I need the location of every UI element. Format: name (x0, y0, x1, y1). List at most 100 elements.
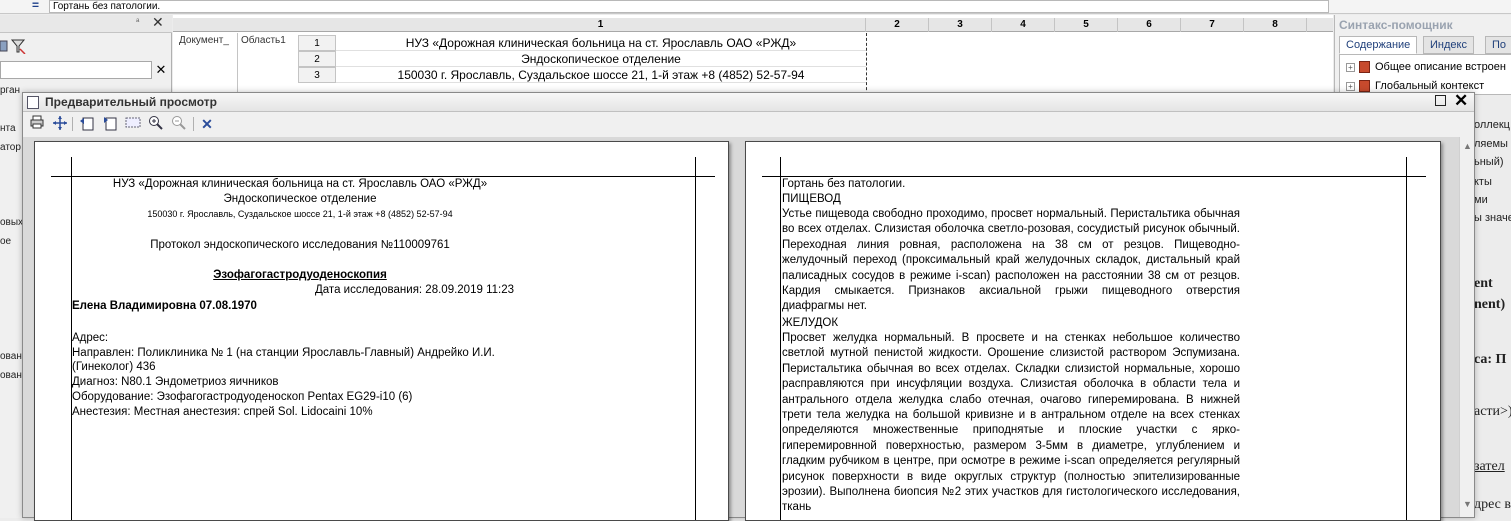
formula-equals-label: = (32, 0, 40, 12)
preview-toolbar: ✕ (23, 113, 1474, 135)
left-panel-close-button[interactable]: ✕ (152, 14, 164, 31)
background-text: ляемы (1474, 138, 1508, 150)
spreadsheet-document: 1 2 3 4 5 6 7 8 Документ_ Область1 1 НУЗ… (173, 15, 1333, 95)
column-header[interactable]: 5 (1055, 18, 1118, 32)
print-icon[interactable] (27, 115, 47, 133)
background-text: кты (1474, 176, 1492, 188)
window-title: Предварительный просмотр (45, 95, 217, 109)
column-header[interactable]: 7 (1181, 18, 1244, 32)
referral: Направлен: Поликлиника № 1 (на станции Я… (72, 347, 495, 359)
pin-icon[interactable]: ᵃ (136, 16, 139, 26)
formula-input[interactable]: Гортань без патологии. (49, 0, 1329, 13)
toolbar-separator (193, 117, 194, 131)
background-text: ми (1474, 194, 1488, 206)
protocol-title: Протокол эндоскопического исследования №… (150, 239, 450, 251)
group-header-area[interactable]: Область1 (241, 35, 286, 46)
column-header[interactable]: 2 (866, 18, 929, 32)
left-panel-item[interactable]: нта (0, 123, 16, 134)
zoom-in-icon[interactable] (146, 115, 166, 133)
esophagus-heading: ПИЩЕВОД (782, 193, 841, 205)
close-icon[interactable]: ✕ (197, 115, 217, 133)
hospital-name: НУЗ «Дорожная клиническая больница на ст… (112, 178, 488, 190)
page-grid-icon[interactable] (123, 115, 143, 133)
left-panel-header: ᵃ ✕ (0, 14, 172, 33)
toolbar-separator (72, 117, 73, 131)
expand-icon[interactable]: + (1346, 81, 1355, 91)
syntax-tree: + Общее описание встроен + Глобальный конт… (1339, 54, 1511, 95)
window-titlebar[interactable]: Предварительный просмотр ✕ (23, 91, 1474, 112)
page-margin-line (1406, 157, 1407, 520)
tab-contents[interactable]: Содержание (1339, 36, 1418, 54)
background-text: оллекц (1474, 119, 1510, 131)
background-text: дрес в (1474, 497, 1511, 512)
book-icon (1359, 61, 1370, 74)
esophagus-text: Устье пищевода свободно проходимо, просв… (782, 208, 1240, 313)
page-break-line (866, 33, 867, 95)
page-back-icon[interactable] (77, 115, 97, 133)
zoom-out-icon[interactable] (169, 115, 189, 133)
scroll-down-icon[interactable]: ▼ (1463, 499, 1472, 509)
stomach-text: Просвет желудка нормальный. В просвете и… (782, 332, 1240, 514)
background-text: зател (1474, 459, 1505, 474)
row-number[interactable]: 3 (298, 67, 336, 83)
tree-item[interactable]: + Общее описание встроен (1346, 61, 1506, 74)
group-divider (237, 33, 238, 95)
row-number[interactable]: 1 (298, 35, 336, 51)
preview-page-1: НУЗ «Дорожная клиническая больница на ст… (34, 141, 729, 521)
background-text: асти>) (1474, 404, 1511, 419)
column-header[interactable]: 1 (336, 18, 866, 32)
table-cell[interactable]: НУЗ «Дорожная клиническая больница на ст… (336, 35, 866, 51)
left-panel-item[interactable]: ован (0, 370, 22, 381)
larynx-text: Гортань без патологии. (782, 178, 906, 190)
left-panel-toolbar (0, 36, 172, 56)
left-panel-search-input[interactable] (0, 61, 152, 79)
expand-icon[interactable]: + (1346, 62, 1355, 72)
anesthesia: Анестезия: Местная анестезия: спрей Sol.… (72, 406, 373, 418)
left-panel-item[interactable]: ое (0, 236, 11, 247)
stomach-heading: ЖЕЛУДОК (782, 317, 839, 329)
exam-date: Дата исследования: 28.09.2019 11:23 (315, 284, 514, 296)
diagnosis: Диагноз: N80.1 Эндометриоз яичников (72, 376, 279, 388)
column-header[interactable]: 8 (1244, 18, 1307, 32)
row-number[interactable]: 2 (298, 51, 336, 67)
maximize-button[interactable] (1435, 95, 1446, 106)
background-text: ьный) (1474, 156, 1504, 168)
print-preview-window: Предварительный просмотр ✕ ✕ НУЗ «Дорожн… (22, 91, 1475, 521)
column-header-row: 1 2 3 4 5 6 7 8 (173, 18, 1333, 32)
referral-doctor: (Гинеколог) 436 (72, 361, 156, 373)
move-icon[interactable] (50, 115, 70, 133)
left-panel-item[interactable]: атор (0, 142, 21, 153)
left-panel-item[interactable]: рган (0, 85, 20, 96)
hospital-address: 150030 г. Ярославль, Суздальское шоссе 2… (147, 209, 453, 219)
background-text: nent) (1474, 297, 1506, 312)
group-header-document[interactable]: Документ_ (179, 35, 229, 46)
book-icon (1359, 80, 1370, 93)
tab-search[interactable]: По (1485, 36, 1511, 54)
column-header[interactable]: 6 (1118, 18, 1181, 32)
vertical-scrollbar[interactable]: ▲ ▼ (1459, 137, 1474, 517)
filter-icon[interactable] (0, 38, 34, 54)
background-text: ent (1474, 276, 1493, 291)
close-window-button[interactable]: ✕ (1454, 91, 1468, 111)
preview-page-2: Гортань без патологии. ПИЩЕВОД Устье пищ… (745, 141, 1441, 521)
document-icon (27, 96, 39, 109)
procedure-name: Эзофагогастродуоденоскопия (213, 269, 387, 281)
clear-search-button[interactable]: ✕ (153, 61, 169, 79)
left-panel-item[interactable]: ован (0, 351, 22, 362)
scroll-up-icon[interactable]: ▲ (1463, 141, 1472, 151)
syntax-helper-title: Синтакс-помощник (1339, 18, 1453, 32)
syntax-helper-panel: Синтакс-помощник Содержание Индекс По + О… (1334, 15, 1511, 95)
table-cell[interactable]: 150030 г. Ярославль, Суздальское шоссе 2… (336, 67, 866, 83)
department-name: Эндоскопическое отделение (223, 193, 377, 205)
tab-index[interactable]: Индекс (1423, 36, 1474, 54)
column-header[interactable]: 4 (992, 18, 1055, 32)
left-panel-item[interactable]: овых (0, 217, 23, 228)
background-text: ы значе (1474, 212, 1511, 224)
table-cell[interactable]: Эндоскопическое отделение (336, 51, 866, 67)
background-text: са: П (1474, 352, 1507, 367)
preview-pages-area: НУЗ «Дорожная клиническая больница на ст… (23, 137, 1474, 521)
equipment: Оборудование: Эзофагогастродуоденоскоп P… (72, 391, 413, 403)
column-header[interactable]: 3 (929, 18, 992, 32)
page-forward-icon[interactable] (100, 115, 120, 133)
formula-bar: = Гортань без патологии. (0, 0, 1511, 14)
